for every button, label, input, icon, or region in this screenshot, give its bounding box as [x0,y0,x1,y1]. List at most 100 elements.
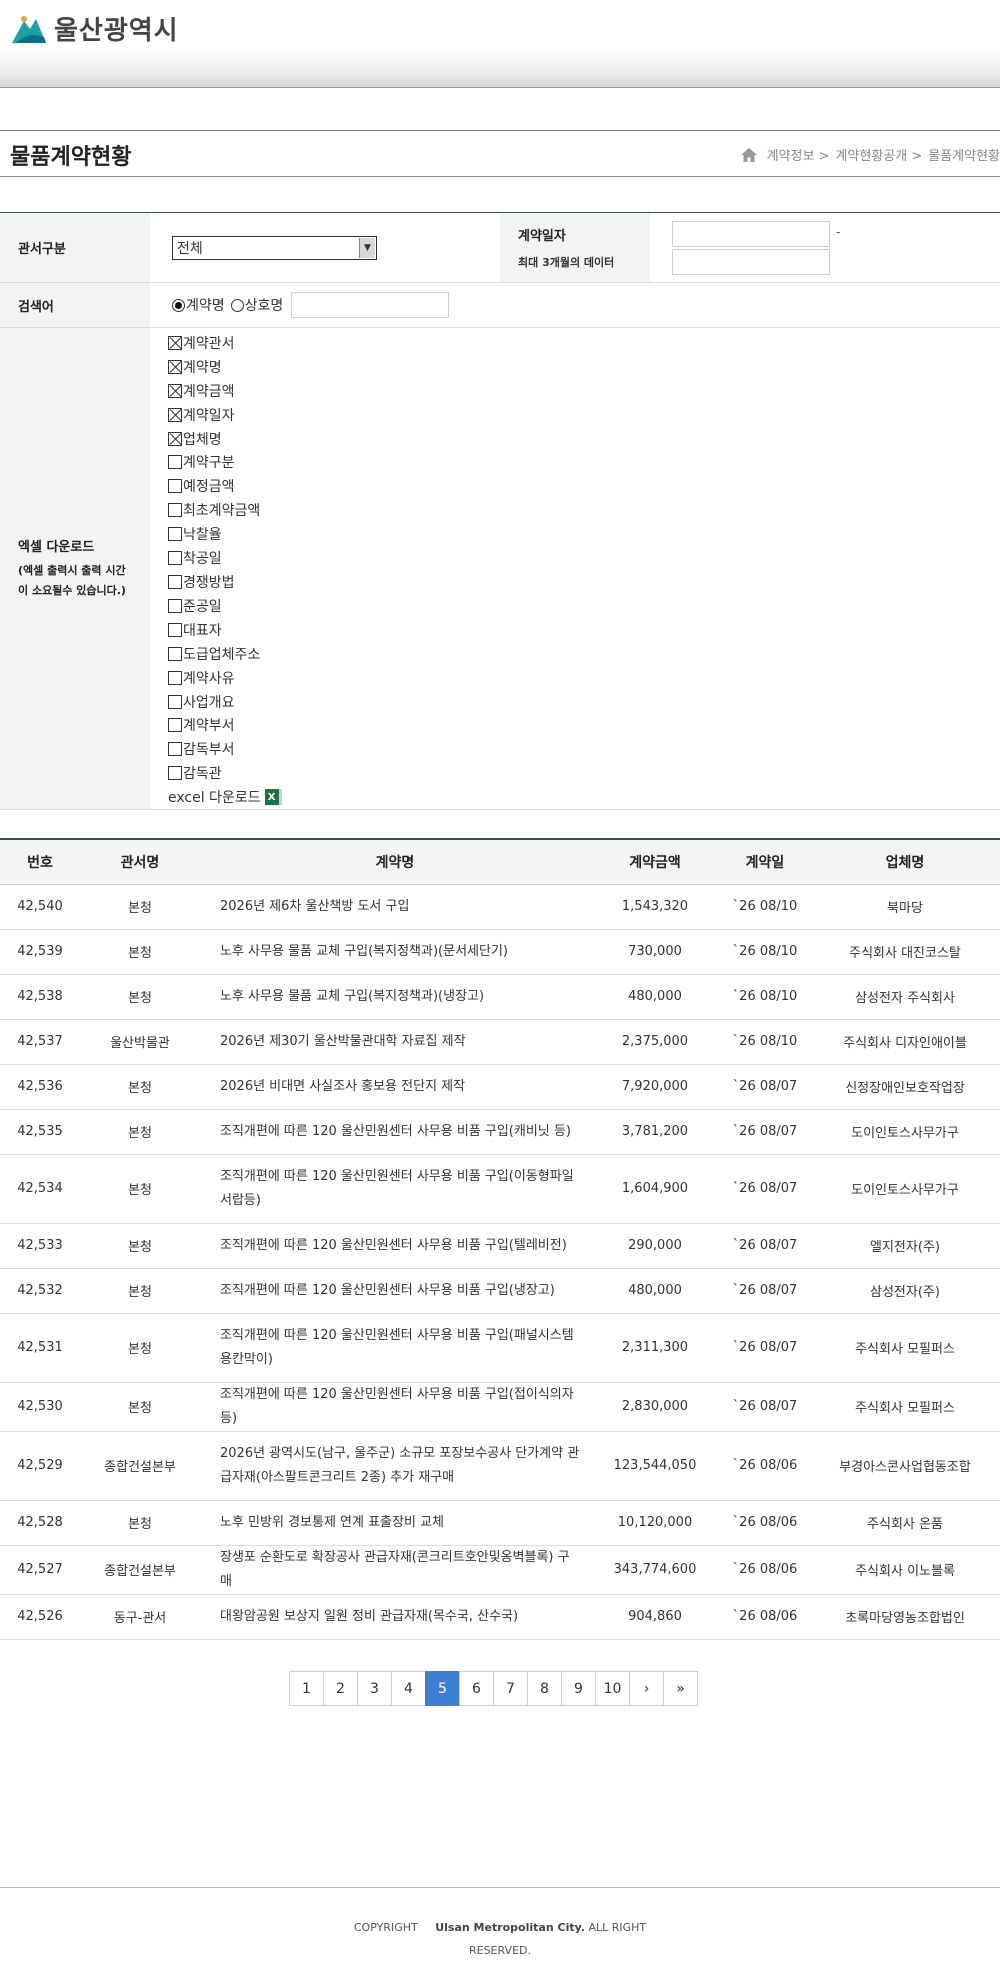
table-row[interactable]: 42,536 본청 2026년 비대면 사실조사 홍보용 전단지 제작 7,920,0… [0,1064,1000,1110]
cell-contract-name[interactable]: 노후 민방위 경보통제 연계 표출장비 교체 [200,1500,590,1546]
last-page-icon[interactable]: » [663,1671,698,1706]
cell-contract-name[interactable]: 장생포 순환도로 확장공사 관급자재(콘크리트호안및옹벽블록) 구매 [200,1545,590,1595]
page-4-button[interactable]: 4 [391,1671,426,1706]
checkbox[interactable] [168,383,182,398]
checkbox-label[interactable]: 계약금액 [183,381,235,401]
page-9-button[interactable]: 9 [561,1671,596,1706]
checkbox[interactable] [168,598,182,613]
excel-column-option[interactable]: 계약명 [168,355,222,379]
home-icon[interactable] [740,147,757,162]
checkbox-label[interactable]: 착공일 [183,548,222,568]
excel-column-option[interactable]: 계약구분 [168,451,235,475]
checkbox[interactable] [168,742,182,757]
checkbox-label[interactable]: 계약사유 [183,668,235,688]
cell-contract-name[interactable]: 조직개편에 따른 120 울산민원센터 사무용 비품 구입(캐비닛 등) [200,1109,590,1155]
excel-column-option[interactable]: 준공일 [168,594,222,618]
excel-column-option[interactable]: 계약금액 [168,379,235,403]
cell-contract-name[interactable]: 2026년 비대면 사실조사 홍보용 전단지 제작 [200,1064,590,1110]
table-row[interactable]: 42,539 본청 노후 사무용 물품 교체 구입(복지정책과)(문서세단기) 730… [0,929,1000,975]
checkbox-label[interactable]: 계약부서 [183,715,235,735]
excel-download-label[interactable]: excel 다운로드 [168,787,261,807]
page-6-button[interactable]: 6 [459,1671,494,1706]
page-1-button[interactable]: 1 [289,1671,324,1706]
excel-column-option[interactable]: 예정금액 [168,474,235,498]
table-row[interactable]: 42,538 본청 노후 사무용 물품 교체 구입(복지정책과)(냉장고) 480,0… [0,974,1000,1020]
page-7-button[interactable]: 7 [493,1671,528,1706]
checkbox-label[interactable]: 계약구분 [183,452,235,472]
cell-contract-name[interactable]: 조직개편에 따른 120 울산민원센터 사무용 비품 구입(패널시스템용칸막이) [200,1313,590,1383]
cell-contract-name[interactable]: 조직개편에 따른 120 울산민원센터 사무용 비품 구입(냉장고) [200,1268,590,1314]
date-end-input[interactable] [672,248,830,275]
checkbox[interactable] [168,766,182,781]
table-row[interactable]: 42,529 종합건설본부 2026년 광역시도(남구, 울주군) 소규모 포장보수… [0,1431,1000,1501]
cell-contract-name[interactable]: 2026년 광역시도(남구, 울주군) 소규모 포장보수공사 단가계약 관급자재… [200,1431,590,1501]
excel-file-icon[interactable]: X [264,789,282,806]
checkbox[interactable] [168,622,182,637]
checkbox-label[interactable]: 감독부서 [183,739,235,759]
radio-contract-name-label[interactable]: 계약명 [186,295,225,315]
excel-column-option[interactable]: 계약사유 [168,666,235,690]
excel-column-option[interactable]: 감독부서 [168,737,235,761]
table-row[interactable]: 42,532 본청 조직개편에 따른 120 울산민원센터 사무용 비품 구입(냉장… [0,1268,1000,1314]
checkbox[interactable] [168,718,182,733]
breadcrumb-item-goods-contract[interactable]: 물품계약현황 [928,145,1000,164]
table-row[interactable]: 42,527 종합건설본부 장생포 순환도로 확장공사 관급자재(콘크리트호안및옹벽… [0,1545,1000,1595]
checkbox[interactable] [168,455,182,470]
dropdown-arrow-icon[interactable]: ▼ [359,237,375,258]
breadcrumb-item-contract-status[interactable]: 계약현황공개 > [835,145,922,164]
excel-column-option[interactable]: 낙찰율 [168,522,222,546]
date-start-input[interactable] [672,220,830,247]
checkbox[interactable] [168,527,182,542]
cell-contract-name[interactable]: 조직개편에 따른 120 울산민원센터 사무용 비품 구입(이동형파일서랍등) [200,1154,590,1224]
table-row[interactable]: 42,535 본청 조직개편에 따른 120 울산민원센터 사무용 비품 구입(캐비… [0,1109,1000,1155]
excel-column-option[interactable]: 착공일 [168,546,222,570]
page-2-button[interactable]: 2 [323,1671,358,1706]
cell-contract-name[interactable]: 조직개편에 따른 120 울산민원센터 사무용 비품 구입(텔레비전) [200,1223,590,1269]
cell-contract-name[interactable]: 노후 사무용 물품 교체 구입(복지정책과)(문서세단기) [200,929,590,975]
table-row[interactable]: 42,530 본청 조직개편에 따른 120 울산민원센터 사무용 비품 구입(접이… [0,1382,1000,1432]
excel-column-option[interactable]: 계약일자 [168,403,235,427]
checkbox[interactable] [168,670,182,685]
table-row[interactable]: 42,526 동구-관서 대왕암공원 보상지 일원 정비 관급자재(목수국, 산수국… [0,1594,1000,1640]
checkbox-label[interactable]: 업체명 [183,429,222,449]
page-3-button[interactable]: 3 [357,1671,392,1706]
excel-column-option[interactable]: 최초계약금액 [168,498,260,522]
excel-column-option[interactable]: 계약관서 [168,331,235,355]
excel-column-option[interactable]: 대표자 [168,618,222,642]
page-5-button[interactable]: 5 [425,1671,460,1706]
excel-column-option[interactable]: 계약부서 [168,714,235,738]
checkbox-label[interactable]: 계약명 [183,357,222,377]
table-row[interactable]: 42,531 본청 조직개편에 따른 120 울산민원센터 사무용 비품 구입(패널… [0,1313,1000,1383]
checkbox-label[interactable]: 대표자 [183,620,222,640]
site-logo[interactable]: 울산광역시 [10,10,179,47]
checkbox[interactable] [168,359,182,374]
radio-company-name[interactable] [230,298,244,312]
cell-contract-name[interactable]: 노후 사무용 물품 교체 구입(복지정책과)(냉장고) [200,974,590,1020]
checkbox-label[interactable]: 감독관 [183,763,222,783]
checkbox-label[interactable]: 도급업체주소 [183,644,260,664]
checkbox[interactable] [168,694,182,709]
checkbox[interactable] [168,431,182,446]
page-10-button[interactable]: 10 [595,1671,630,1706]
excel-column-option[interactable]: 감독관 [168,761,222,785]
cell-contract-name[interactable]: 2026년 제30기 울산박물관대학 자료집 제작 [200,1019,590,1065]
checkbox-label[interactable]: 경쟁방법 [183,572,235,592]
radio-contract-name[interactable] [172,298,185,312]
checkbox[interactable] [168,551,182,566]
checkbox-label[interactable]: 예정금액 [183,476,235,496]
checkbox-label[interactable]: 계약관서 [183,333,235,353]
table-row[interactable]: 42,534 본청 조직개편에 따른 120 울산민원센터 사무용 비품 구입(이동… [0,1154,1000,1224]
excel-download-button[interactable]: excel 다운로드 X [168,785,282,809]
cell-contract-name[interactable]: 조직개편에 따른 120 울산민원센터 사무용 비품 구입(접이식의자 등) [200,1382,590,1432]
table-row[interactable]: 42,537 울산박물관 2026년 제30기 울산박물관대학 자료집 제작 2,37… [0,1019,1000,1065]
checkbox[interactable] [168,407,182,422]
excel-column-option[interactable]: 업체명 [168,427,222,451]
checkbox-label[interactable]: 낙찰율 [183,524,222,544]
checkbox-label[interactable]: 준공일 [183,596,222,616]
checkbox-label[interactable]: 사업개요 [183,692,235,712]
dept-select[interactable]: 전체 ▼ [172,235,377,260]
checkbox[interactable] [168,503,182,518]
checkbox[interactable] [168,575,182,590]
cell-contract-name[interactable]: 2026년 제6차 울산책방 도서 구입 [200,884,590,930]
checkbox-label[interactable]: 최초계약금액 [183,500,260,520]
